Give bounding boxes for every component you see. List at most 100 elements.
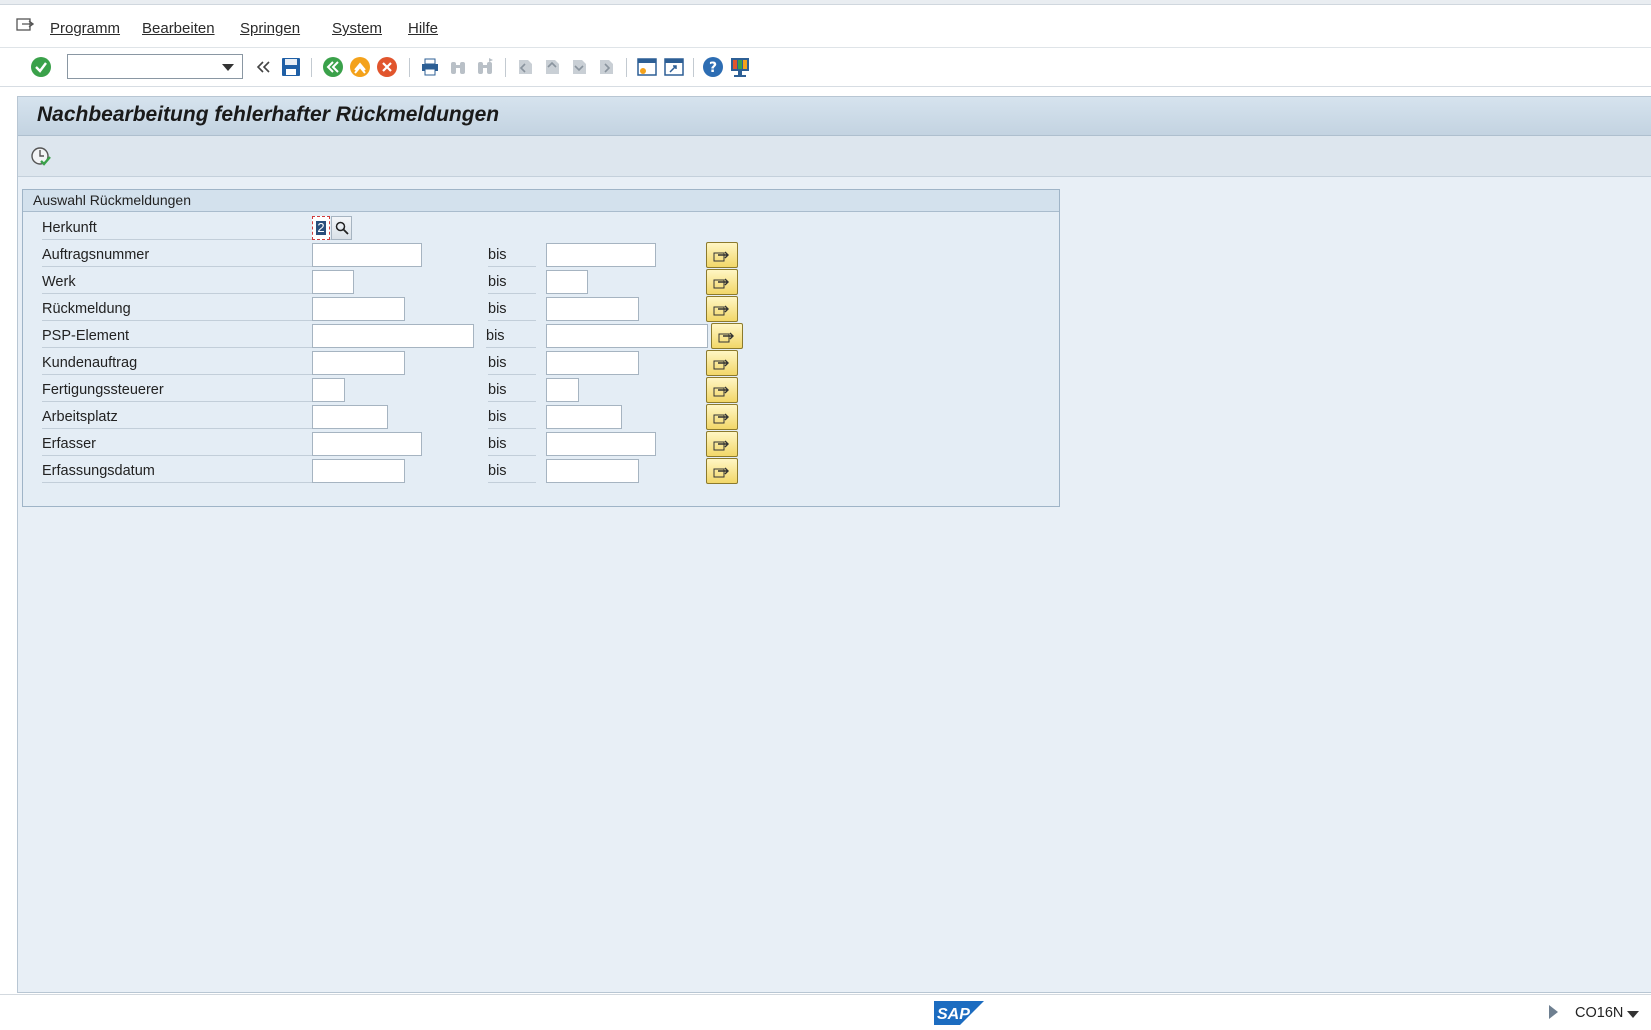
werk-from-input[interactable] [312, 270, 354, 294]
cancel-button[interactable] [375, 55, 399, 79]
multiple-selection-arrow-icon [713, 359, 729, 370]
application-toolbar [18, 136, 1651, 177]
system-info-dropdown-icon[interactable] [1627, 1011, 1639, 1018]
print-button[interactable] [418, 55, 442, 79]
fertigungssteuerer-from-input[interactable] [312, 378, 345, 402]
werk-multiple-selection-button[interactable] [706, 269, 738, 295]
herkunft-field[interactable]: 2 [312, 216, 330, 240]
kundenauftrag-multiple-selection-button[interactable] [706, 350, 738, 376]
menu-hilfe[interactable]: Hilfe [408, 20, 438, 37]
status-expand-icon[interactable] [1549, 1005, 1558, 1019]
toolbar-separator [311, 58, 312, 77]
first-page-button[interactable] [513, 55, 537, 79]
exit-button[interactable] [348, 55, 372, 79]
command-input[interactable] [72, 56, 216, 79]
auftragsnummer-from-input[interactable] [312, 243, 422, 267]
create-session-icon [637, 58, 657, 76]
selection-group-box: Auswahl Rückmeldungen Herkunft 2 Auftrag… [22, 189, 1060, 507]
execute-icon[interactable] [30, 146, 52, 168]
command-field[interactable] [67, 54, 243, 79]
enter-icon [31, 57, 51, 77]
multiple-selection-arrow-icon [713, 467, 729, 478]
last-page-button[interactable] [594, 55, 618, 79]
multiple-selection-arrow-icon [713, 278, 729, 289]
status-bar: SAP CO16N [0, 994, 1651, 1030]
auftragsnummer-to-input[interactable] [546, 243, 656, 267]
fertigungssteuerer-multiple-selection-button[interactable] [706, 377, 738, 403]
kundenauftrag-row: Kundenauftrag bis [23, 350, 1059, 377]
rueckmeldung-from-input[interactable] [312, 297, 405, 321]
kundenauftrag-label: Kundenauftrag [42, 355, 334, 375]
system-menu-icon[interactable] [16, 17, 34, 33]
werk-to-input[interactable] [546, 270, 588, 294]
menu-bearbeiten[interactable]: Bearbeiten [142, 20, 215, 37]
fertigungssteuerer-row: Fertigungssteuerer bis [23, 377, 1059, 404]
collapse-command-button[interactable] [251, 55, 275, 79]
multiple-selection-arrow-icon [713, 386, 729, 397]
customize-layout-button[interactable] [728, 55, 752, 79]
arbeitsplatz-from-input[interactable] [312, 405, 388, 429]
menu-system[interactable]: System [332, 20, 382, 37]
auftragsnummer-multiple-selection-button[interactable] [706, 242, 738, 268]
erfassungsdatum-multiple-selection-button[interactable] [706, 458, 738, 484]
werk-label: Werk [42, 274, 334, 294]
rueckmeldung-label: Rückmeldung [42, 301, 334, 321]
bis-label: bis [488, 301, 536, 321]
bis-label: bis [488, 355, 536, 375]
find-button[interactable] [446, 55, 470, 79]
psp-element-row: PSP-Element bis [23, 323, 1059, 350]
toolbar-separator [409, 58, 410, 77]
menu-bar: Programm Bearbeiten Springen System Hilf… [0, 5, 1651, 48]
bis-label: bis [488, 409, 536, 429]
find-next-button[interactable] [473, 55, 497, 79]
psp-element-label: PSP-Element [42, 328, 334, 348]
herkunft-value-help-button[interactable] [331, 216, 352, 240]
kundenauftrag-from-input[interactable] [312, 351, 405, 375]
auftragsnummer-label: Auftragsnummer [42, 247, 334, 267]
menu-programm[interactable]: Programm [50, 20, 120, 37]
save-button[interactable] [279, 55, 303, 79]
erfasser-to-input[interactable] [546, 432, 656, 456]
bis-label: bis [488, 247, 536, 267]
page-title: Nachbearbeitung fehlerhafter Rückmeldung… [37, 103, 500, 126]
first-page-icon [519, 60, 532, 74]
erfassungsdatum-from-input[interactable] [312, 459, 405, 483]
arbeitsplatz-multiple-selection-button[interactable] [706, 404, 738, 430]
toolbar-separator [626, 58, 627, 77]
fertigungssteuerer-to-input[interactable] [546, 378, 579, 402]
generate-shortcut-button[interactable] [662, 55, 686, 79]
psp-element-from-input[interactable] [312, 324, 474, 348]
arbeitsplatz-to-input[interactable] [546, 405, 622, 429]
erfasser-multiple-selection-button[interactable] [706, 431, 738, 457]
create-session-button[interactable] [635, 55, 659, 79]
multiple-selection-arrow-icon [718, 332, 734, 343]
rueckmeldung-multiple-selection-button[interactable] [706, 296, 738, 322]
kundenauftrag-to-input[interactable] [546, 351, 639, 375]
bis-label: bis [488, 382, 536, 402]
menu-springen[interactable]: Springen [240, 20, 300, 37]
help-button[interactable]: ? [701, 55, 725, 79]
psp-element-multiple-selection-button[interactable] [711, 323, 743, 349]
erfasser-from-input[interactable] [312, 432, 422, 456]
back-button[interactable] [321, 55, 345, 79]
erfassungsdatum-to-input[interactable] [546, 459, 639, 483]
previous-page-icon [546, 60, 559, 74]
psp-element-to-input[interactable] [546, 324, 708, 348]
sap-logo-text: SAP [937, 1006, 970, 1023]
command-dropdown-arrow-icon[interactable] [222, 64, 234, 71]
transaction-code: CO16N [1575, 1005, 1624, 1021]
main-screen-area: Nachbearbeitung fehlerhafter Rückmeldung… [17, 96, 1651, 993]
next-page-button[interactable] [567, 55, 591, 79]
herkunft-value: 2 [316, 220, 326, 235]
svg-text:?: ? [709, 60, 717, 76]
generate-shortcut-icon [664, 58, 684, 76]
bis-label: bis [488, 274, 536, 294]
group-title: Auswahl Rückmeldungen [33, 192, 191, 208]
enter-button[interactable] [29, 55, 53, 79]
save-icon [282, 58, 300, 76]
help-icon: ? [703, 57, 723, 77]
herkunft-row: Herkunft 2 [23, 215, 1059, 242]
previous-page-button[interactable] [540, 55, 564, 79]
rueckmeldung-to-input[interactable] [546, 297, 639, 321]
erfasser-label: Erfasser [42, 436, 334, 456]
